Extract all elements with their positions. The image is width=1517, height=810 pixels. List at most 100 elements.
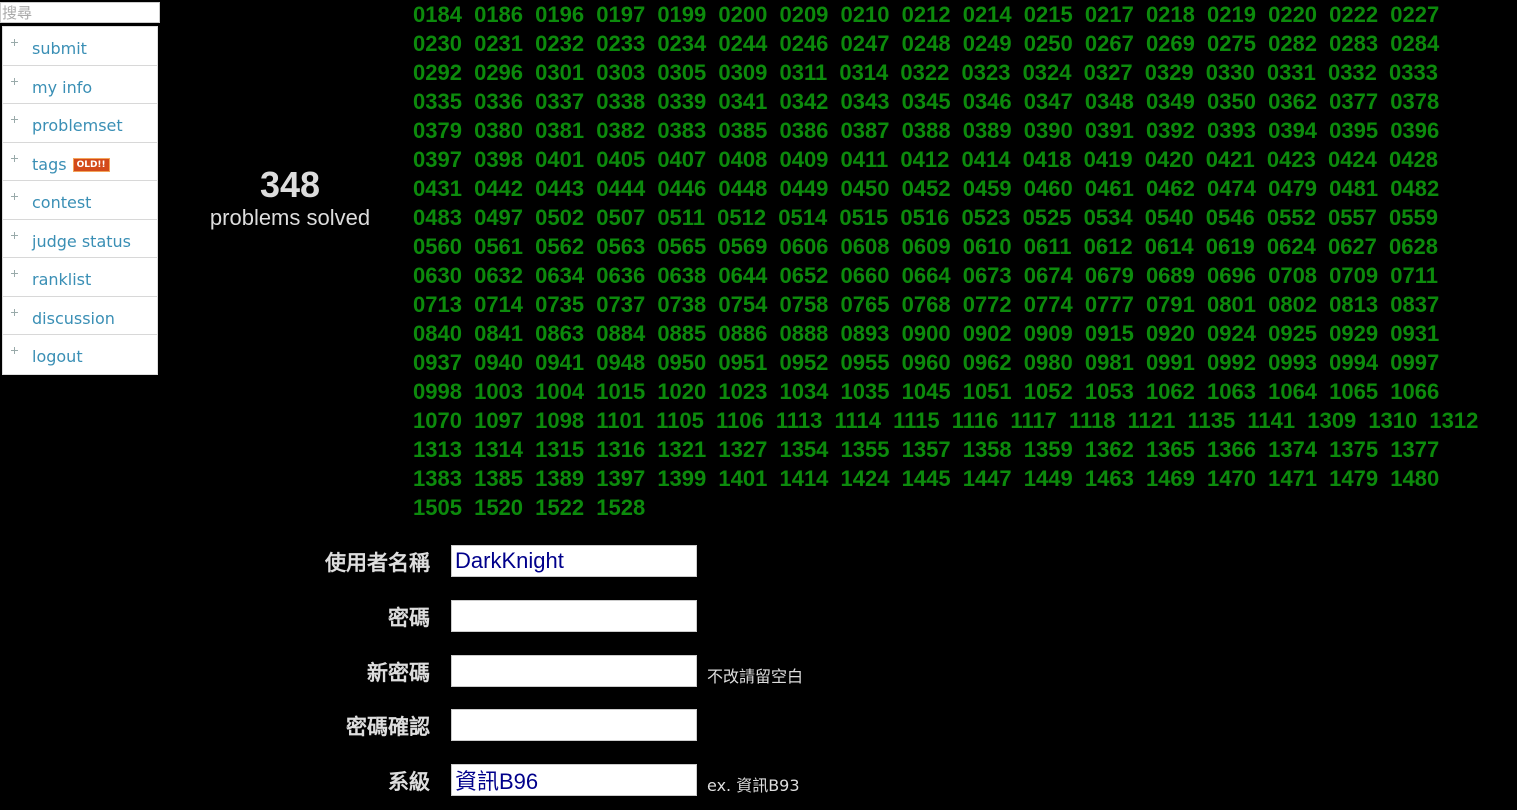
problem-link[interactable]: 0758	[779, 292, 828, 317]
problem-link[interactable]: 0314	[839, 60, 888, 85]
problem-link[interactable]: 1310	[1368, 408, 1417, 433]
problem-link[interactable]: 0383	[657, 118, 706, 143]
problem-link[interactable]: 0322	[900, 60, 949, 85]
problem-link[interactable]: 0559	[1389, 205, 1438, 230]
problem-link[interactable]: 0931	[1390, 321, 1439, 346]
problem-link[interactable]: 0394	[1268, 118, 1317, 143]
department-field[interactable]	[451, 764, 697, 796]
problem-link[interactable]: 0444	[596, 176, 645, 201]
nav-link-logout[interactable]: logout	[32, 347, 83, 367]
problem-link[interactable]: 1389	[535, 466, 584, 491]
problem-link[interactable]: 0610	[963, 234, 1012, 259]
problem-link[interactable]: 1520	[474, 495, 523, 520]
problem-link[interactable]: 0420	[1145, 147, 1194, 172]
problem-link[interactable]: 0337	[535, 89, 584, 114]
problem-link[interactable]: 0738	[657, 292, 706, 317]
problem-link[interactable]: 0269	[1146, 31, 1195, 56]
problem-link[interactable]: 0452	[902, 176, 951, 201]
nav-link-my-info[interactable]: my info	[32, 78, 92, 98]
problem-link[interactable]: 0459	[963, 176, 1012, 201]
problem-link[interactable]: 0387	[841, 118, 890, 143]
problem-link[interactable]: 0424	[1328, 147, 1377, 172]
problem-link[interactable]: 0249	[963, 31, 1012, 56]
problem-link[interactable]: 0397	[413, 147, 462, 172]
problem-link[interactable]: 0768	[902, 292, 951, 317]
problem-link[interactable]: 1374	[1268, 437, 1317, 462]
problem-link[interactable]: 0841	[474, 321, 523, 346]
problem-link[interactable]: 0664	[902, 263, 951, 288]
problem-link[interactable]: 0955	[841, 350, 890, 375]
problem-link[interactable]: 0483	[413, 205, 462, 230]
problem-link[interactable]: 0338	[596, 89, 645, 114]
problem-link[interactable]: 0449	[779, 176, 828, 201]
problem-link[interactable]: 0418	[1023, 147, 1072, 172]
problem-link[interactable]: 0915	[1085, 321, 1134, 346]
problem-link[interactable]: 0644	[718, 263, 767, 288]
problem-link[interactable]: 0333	[1389, 60, 1438, 85]
problem-link[interactable]: 0689	[1146, 263, 1195, 288]
problem-link[interactable]: 0446	[657, 176, 706, 201]
problem-link[interactable]: 0802	[1268, 292, 1317, 317]
problem-link[interactable]: 0993	[1268, 350, 1317, 375]
problem-link[interactable]: 0324	[1023, 60, 1072, 85]
problem-link[interactable]: 0929	[1329, 321, 1378, 346]
problem-link[interactable]: 1066	[1390, 379, 1439, 404]
problem-link[interactable]: 0407	[657, 147, 706, 172]
problem-link[interactable]: 0197	[596, 2, 645, 27]
problem-link[interactable]: 1052	[1024, 379, 1073, 404]
problem-link[interactable]: 1141	[1247, 408, 1295, 433]
problem-link[interactable]: 0349	[1146, 89, 1195, 114]
problem-link[interactable]: 0709	[1329, 263, 1378, 288]
problem-link[interactable]: 0362	[1268, 89, 1317, 114]
problem-link[interactable]: 0309	[718, 60, 767, 85]
problem-link[interactable]: 1003	[474, 379, 523, 404]
problem-link[interactable]: 0292	[413, 60, 462, 85]
problem-link[interactable]: 0231	[474, 31, 523, 56]
problem-link[interactable]: 0925	[1268, 321, 1317, 346]
problem-link[interactable]: 0303	[596, 60, 645, 85]
problem-link[interactable]: 0765	[841, 292, 890, 317]
problem-link[interactable]: 0777	[1085, 292, 1134, 317]
nav-item-tags[interactable]: tags OLD!!	[3, 143, 157, 181]
problem-link[interactable]: 0379	[413, 118, 462, 143]
problem-link[interactable]: 0624	[1267, 234, 1316, 259]
problem-link[interactable]: 1355	[841, 437, 890, 462]
problem-link[interactable]: 0940	[474, 350, 523, 375]
problem-link[interactable]: 0212	[902, 2, 951, 27]
problem-link[interactable]: 0981	[1085, 350, 1134, 375]
nav-item-problemset[interactable]: problemset	[3, 104, 157, 143]
problem-link[interactable]: 1385	[474, 466, 523, 491]
problem-link[interactable]: 0267	[1085, 31, 1134, 56]
problem-link[interactable]: 1101	[596, 408, 644, 433]
problem-link[interactable]: 1480	[1390, 466, 1439, 491]
problem-link[interactable]: 1020	[657, 379, 706, 404]
problem-link[interactable]: 0660	[841, 263, 890, 288]
problem-link[interactable]: 1115	[893, 408, 940, 433]
problem-link[interactable]: 1035	[841, 379, 890, 404]
problem-link[interactable]: 0244	[718, 31, 767, 56]
problem-link[interactable]: 1045	[902, 379, 951, 404]
problem-link[interactable]: 0630	[413, 263, 462, 288]
new-password-field[interactable]	[451, 655, 697, 687]
problem-link[interactable]: 0460	[1024, 176, 1073, 201]
problem-link[interactable]: 0941	[535, 350, 584, 375]
problem-link[interactable]: 1070	[413, 408, 462, 433]
problem-link[interactable]: 0214	[963, 2, 1012, 27]
problem-link[interactable]: 0218	[1146, 2, 1195, 27]
problem-link[interactable]: 0210	[841, 2, 890, 27]
problem-link[interactable]: 0525	[1023, 205, 1072, 230]
problem-link[interactable]: 1051	[963, 379, 1012, 404]
problem-link[interactable]: 1447	[963, 466, 1012, 491]
problem-link[interactable]: 0342	[779, 89, 828, 114]
problem-link[interactable]: 0336	[474, 89, 523, 114]
nav-link-submit[interactable]: submit	[32, 39, 87, 59]
problem-link[interactable]: 0628	[1389, 234, 1438, 259]
problem-link[interactable]: 1113	[776, 408, 823, 433]
problem-link[interactable]: 0275	[1207, 31, 1256, 56]
problem-link[interactable]: 0638	[657, 263, 706, 288]
problem-link[interactable]: 0386	[779, 118, 828, 143]
nav-link-contest[interactable]: contest	[32, 193, 91, 213]
problem-link[interactable]: 0937	[413, 350, 462, 375]
problem-link[interactable]: 1479	[1329, 466, 1378, 491]
problem-link[interactable]: 0507	[596, 205, 645, 230]
